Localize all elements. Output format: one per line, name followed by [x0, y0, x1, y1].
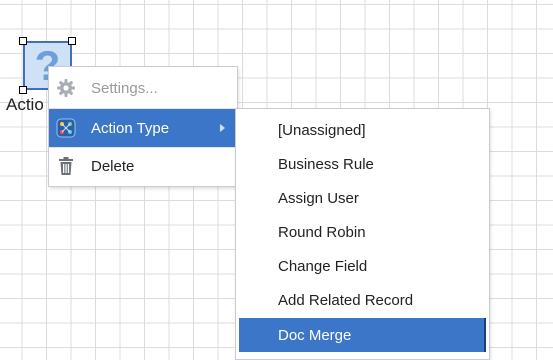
submenu-item-label: Add Related Record [278, 291, 414, 309]
menu-item-delete[interactable]: Delete [49, 147, 237, 185]
submenu-item-label: Assign User [278, 189, 359, 207]
submenu-item-label: Doc Merge [278, 326, 352, 344]
gear-icon [56, 78, 76, 98]
submenu-item-label: [Unassigned] [278, 121, 366, 139]
submenu-item-label: Round Robin [278, 223, 366, 241]
menu-item-settings[interactable]: Settings... [49, 69, 237, 107]
context-menu: Settings... Action Type Delete [48, 66, 238, 187]
submenu-arrow-icon [220, 124, 225, 132]
menu-item-label: Delete [91, 157, 135, 175]
submenu-item-change-field[interactable]: Change Field [236, 249, 489, 283]
trash-icon [56, 156, 76, 176]
resize-handle-bottom-left[interactable] [19, 86, 27, 94]
submenu-item-round-robin[interactable]: Round Robin [236, 215, 489, 249]
submenu-item-doc-merge[interactable]: Doc Merge [239, 318, 486, 352]
submenu-item-assign-user[interactable]: Assign User [236, 181, 489, 215]
menu-item-action-type[interactable]: Action Type [49, 109, 237, 147]
submenu-item-unassigned[interactable]: [Unassigned] [236, 113, 489, 147]
action-type-submenu: [Unassigned] Business Rule Assign User R… [235, 108, 490, 360]
menu-item-label: Action Type [91, 119, 170, 137]
resize-handle-top-right[interactable] [68, 37, 76, 45]
submenu-item-business-rule[interactable]: Business Rule [236, 147, 489, 181]
submenu-item-label: Change Field [278, 257, 368, 275]
submenu-item-label: Business Rule [278, 155, 374, 173]
action-type-icon [56, 118, 76, 138]
node-label: Actio [6, 95, 44, 114]
menu-item-label: Settings... [91, 79, 158, 97]
submenu-item-add-related-record[interactable]: Add Related Record [236, 283, 489, 317]
resize-handle-top-left[interactable] [19, 37, 27, 45]
